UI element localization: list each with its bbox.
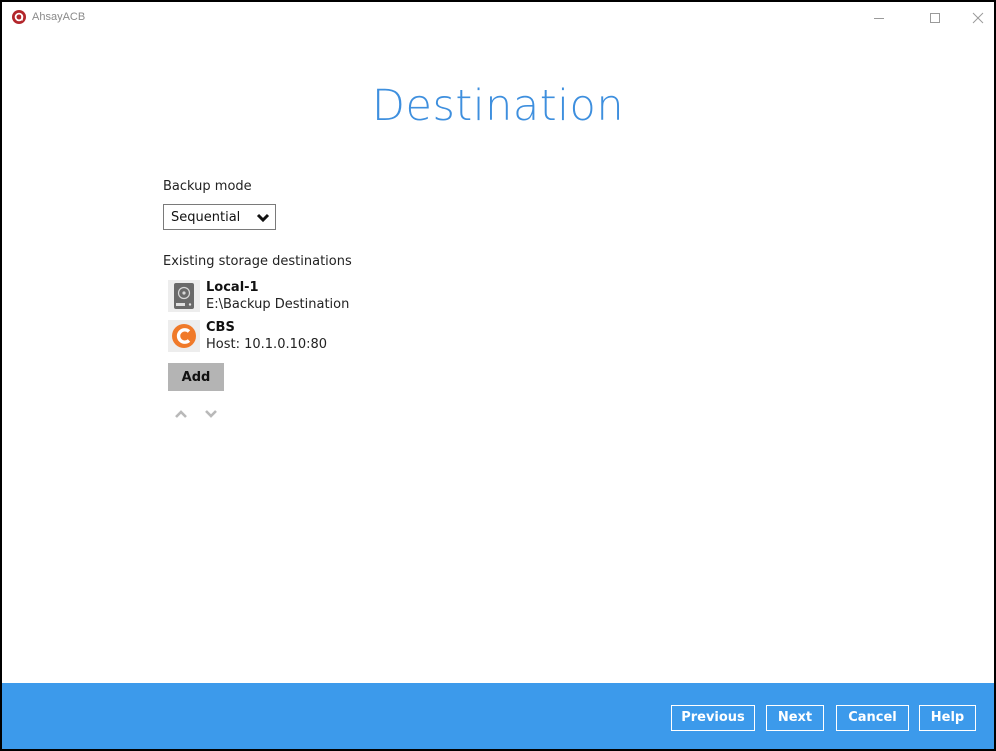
destination-name: Local-1 — [206, 280, 259, 295]
hard-drive-icon — [168, 280, 200, 312]
add-destination-button[interactable]: Add — [168, 363, 224, 391]
existing-destinations-label: Existing storage destinations — [163, 254, 352, 269]
chevron-down-icon — [256, 213, 270, 223]
backup-mode-value: Sequential — [171, 210, 241, 225]
window-title: AhsayACB — [32, 11, 86, 23]
destination-item-local-1[interactable]: Local-1 E:\Backup Destination — [168, 280, 428, 316]
minimize-button[interactable] — [869, 8, 889, 28]
move-up-button[interactable] — [173, 406, 189, 420]
backup-mode-label: Backup mode — [163, 179, 252, 194]
maximize-button[interactable] — [925, 8, 945, 28]
help-button[interactable]: Help — [919, 705, 976, 731]
destination-detail: Host: 10.1.0.10:80 — [206, 337, 328, 352]
title-bar: AhsayACB — [2, 2, 994, 36]
cancel-button[interactable]: Cancel — [836, 705, 909, 731]
move-down-button[interactable] — [203, 406, 219, 420]
app-window: AhsayACB Destination Backup mode Sequent… — [0, 0, 996, 751]
destination-item-cbs[interactable]: CBS Host: 10.1.0.10:80 — [168, 320, 428, 356]
minimize-icon — [874, 18, 884, 19]
close-button[interactable] — [968, 8, 988, 28]
destination-detail: E:\Backup Destination — [206, 297, 350, 312]
cbs-logo-icon — [168, 320, 200, 352]
destination-name: CBS — [206, 320, 235, 335]
previous-button[interactable]: Previous — [671, 705, 755, 731]
page-title: Destination — [371, 81, 625, 131]
backup-mode-select[interactable]: Sequential — [163, 204, 276, 230]
maximize-icon — [930, 13, 940, 23]
chevron-up-icon — [175, 410, 187, 418]
footer-bar: Previous Next Cancel Help — [2, 683, 994, 749]
chevron-down-icon — [205, 410, 217, 418]
ahsay-logo-icon — [12, 10, 26, 24]
next-button[interactable]: Next — [766, 705, 824, 731]
close-icon — [972, 12, 984, 24]
